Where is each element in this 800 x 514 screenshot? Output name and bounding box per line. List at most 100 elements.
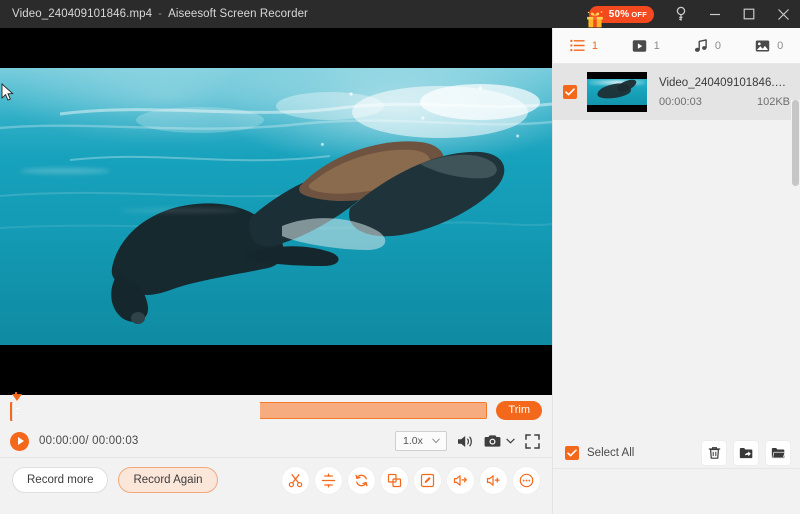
app-window: Video_240409101846.mp4-Aiseesoft Screen … xyxy=(0,0,800,514)
camera-icon xyxy=(484,434,501,448)
sidebar-actions xyxy=(702,441,790,465)
minimize-icon xyxy=(709,8,721,20)
key-glyph xyxy=(674,6,688,22)
more-glyph xyxy=(519,473,534,488)
fullscreen-icon xyxy=(525,434,540,449)
window-app-title: Aiseesoft Screen Recorder xyxy=(168,8,308,20)
select-all-checkbox[interactable] xyxy=(565,446,579,460)
merge-icon[interactable] xyxy=(381,467,408,494)
tab-videos-count: 1 xyxy=(654,40,660,52)
file-name: Video_240409101846.mp4 xyxy=(659,77,790,89)
file-list-scrollbar[interactable] xyxy=(791,100,800,360)
main-body: Trim 00:00:00/ 00:00:03 1.0x xyxy=(0,28,800,514)
audio-add-icon[interactable] xyxy=(480,467,507,494)
record-again-button[interactable]: Record Again xyxy=(118,467,217,493)
chevron-down-icon xyxy=(506,438,515,444)
tab-images[interactable]: 0 xyxy=(738,28,800,64)
music-icon xyxy=(694,39,708,53)
convert-icon[interactable] xyxy=(348,467,375,494)
share-folder-glyph xyxy=(739,446,754,460)
play-button[interactable] xyxy=(10,432,29,451)
fullscreen-button[interactable] xyxy=(525,434,540,449)
convert-glyph xyxy=(354,473,369,488)
snapshot-menu-button[interactable] xyxy=(506,438,515,444)
bottom-toolbar: Record more Record Again xyxy=(0,457,552,502)
trim-handle-right[interactable] xyxy=(12,402,260,421)
playhead-marker[interactable] xyxy=(12,394,22,401)
list-icon xyxy=(570,39,585,52)
edit-icon[interactable] xyxy=(414,467,441,494)
split-glyph xyxy=(321,473,336,488)
title-bar: Video_240409101846.mp4-Aiseesoft Screen … xyxy=(0,0,800,28)
playback-speed-value: 1.0x xyxy=(403,435,423,447)
timeline-area[interactable]: Trim xyxy=(0,395,552,425)
promo-off-text: OFF xyxy=(631,10,647,19)
cut-glyph xyxy=(288,473,303,488)
close-button[interactable] xyxy=(766,0,800,28)
title-separator: - xyxy=(152,8,168,20)
volume-icon xyxy=(457,434,474,449)
key-icon[interactable] xyxy=(664,0,698,28)
tab-videos[interactable]: 1 xyxy=(615,28,677,64)
delete-icon[interactable] xyxy=(702,441,726,465)
tab-audio-count: 0 xyxy=(715,40,721,52)
tab-all-files-count: 1 xyxy=(592,40,598,52)
video-subject-diver xyxy=(0,68,552,345)
sidebar-action-bar: Select All xyxy=(553,437,800,469)
window-title: Video_240409101846.mp4-Aiseesoft Screen … xyxy=(0,8,308,20)
cut-icon[interactable] xyxy=(282,467,309,494)
merge-glyph xyxy=(387,473,402,488)
player-pane: Trim 00:00:00/ 00:00:03 1.0x xyxy=(0,28,552,514)
time-display: 00:00:00/ 00:00:03 xyxy=(39,435,139,447)
audio-export-glyph xyxy=(453,473,468,488)
playback-speed-select[interactable]: 1.0x xyxy=(395,431,447,451)
video-stage[interactable] xyxy=(0,28,552,395)
minimize-button[interactable] xyxy=(698,0,732,28)
list-item[interactable]: Video_240409101846.mp4 00:00:03 102KB xyxy=(553,64,800,120)
maximize-button[interactable] xyxy=(732,0,766,28)
open-folder-glyph xyxy=(771,446,786,460)
window-file-title: Video_240409101846.mp4 xyxy=(12,8,152,20)
volume-button[interactable] xyxy=(457,434,474,449)
promo-percent: 50% xyxy=(609,9,630,20)
open-folder-icon[interactable] xyxy=(766,441,790,465)
gift-icon xyxy=(584,9,606,30)
mouse-cursor-icon xyxy=(1,83,14,102)
file-duration: 00:00:03 xyxy=(659,96,702,108)
video-icon xyxy=(632,39,647,53)
video-frame xyxy=(0,68,552,345)
close-icon xyxy=(777,8,790,21)
file-submeta: 00:00:03 102KB xyxy=(659,96,790,108)
audio-add-glyph xyxy=(486,473,501,488)
tab-all-files[interactable]: 1 xyxy=(553,28,615,64)
image-icon xyxy=(755,39,770,53)
player-controls-right: 1.0x xyxy=(395,431,540,451)
promo-banner[interactable]: 50% OFF xyxy=(589,6,654,23)
chevron-down-icon xyxy=(432,438,440,444)
file-checkbox[interactable] xyxy=(563,85,577,99)
file-list[interactable]: Video_240409101846.mp4 00:00:03 102KB xyxy=(553,64,800,437)
select-all-control[interactable]: Select All xyxy=(565,446,634,460)
water-ripple xyxy=(20,168,110,174)
file-info: Video_240409101846.mp4 00:00:03 102KB xyxy=(659,77,792,108)
maximize-icon xyxy=(743,8,755,20)
record-more-button[interactable]: Record more xyxy=(12,467,108,493)
water-ripple xyxy=(120,208,240,213)
editing-tools xyxy=(282,467,540,494)
more-icon[interactable] xyxy=(513,467,540,494)
sidebar-tabs: 1 1 0 xyxy=(553,28,800,64)
tab-audio[interactable]: 0 xyxy=(677,28,739,64)
select-all-label: Select All xyxy=(587,447,634,459)
trash-glyph xyxy=(708,446,721,460)
check-icon xyxy=(565,88,575,96)
split-icon[interactable] xyxy=(315,467,342,494)
sidebar-bottom-filler xyxy=(553,469,800,514)
edit-glyph xyxy=(420,473,435,488)
timeline-track[interactable] xyxy=(10,402,487,419)
audio-export-icon[interactable] xyxy=(447,467,474,494)
snapshot-button[interactable] xyxy=(484,434,501,448)
share-folder-icon[interactable] xyxy=(734,441,758,465)
scrollbar-thumb[interactable] xyxy=(792,100,799,186)
title-bar-controls: 50% OFF xyxy=(589,0,800,28)
trim-button[interactable]: Trim xyxy=(496,401,542,420)
